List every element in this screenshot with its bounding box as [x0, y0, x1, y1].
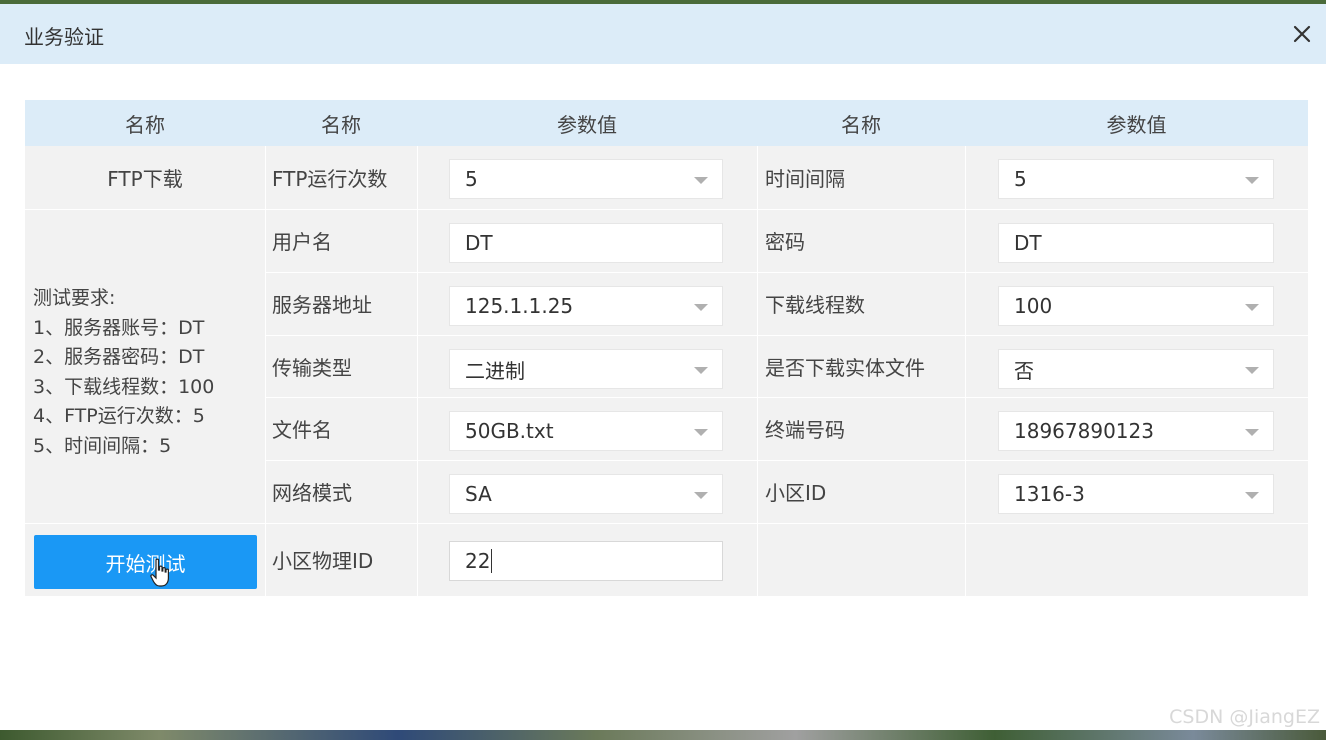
- dropdown-arrow-icon: [694, 177, 708, 184]
- time-interval-select[interactable]: 5: [998, 159, 1274, 199]
- input-value: DT: [1014, 231, 1042, 255]
- select-value: SA: [465, 482, 492, 506]
- label-download-threads: 下载线程数: [765, 293, 865, 317]
- header-value-2: 参数值: [1106, 112, 1167, 137]
- label-cell-id: 小区ID: [765, 481, 827, 505]
- business-verification-dialog: 业务验证 名称 名称 参数值 名称 参数值 FTP下载 测试要求: 1、服务器账…: [0, 4, 1326, 730]
- dropdown-arrow-icon: [694, 492, 708, 499]
- header-name-1: 名称: [125, 112, 165, 137]
- select-value: 50GB.txt: [465, 419, 554, 443]
- select-value: 18967890123: [1014, 419, 1154, 443]
- transfer-type-select[interactable]: 二进制: [449, 349, 723, 389]
- select-value: 1316-3: [1014, 482, 1085, 506]
- download-entity-file-select[interactable]: 否: [998, 349, 1274, 389]
- parameter-table: 名称 名称 参数值 名称 参数值 FTP下载 测试要求: 1、服务器账号：DT …: [25, 100, 1308, 596]
- watermark-text: CSDN @JiangEZ: [1169, 706, 1320, 728]
- cell-id-select[interactable]: 1316-3: [998, 474, 1274, 514]
- dialog-titlebar: 业务验证: [0, 4, 1326, 64]
- requirements-title: 测试要求:: [33, 287, 116, 309]
- header-name-2: 名称: [321, 112, 361, 137]
- label-transfer-type: 传输类型: [272, 355, 352, 380]
- label-file-name: 文件名: [272, 418, 332, 442]
- label-password: 密码: [765, 230, 805, 254]
- dropdown-arrow-icon: [694, 304, 708, 311]
- test-requirements: 测试要求: 1、服务器账号：DT 2、服务器密码：DT 3、下载线程数：100 …: [33, 284, 214, 461]
- background-strip-bottom: [0, 730, 1326, 740]
- requirement-item: 1、服务器账号：DT: [33, 316, 205, 339]
- select-value: 5: [1014, 167, 1027, 191]
- label-time-interval: 时间间隔: [765, 167, 845, 191]
- select-value: 否: [1014, 358, 1034, 383]
- requirement-item: 4、FTP运行次数：5: [33, 405, 205, 427]
- input-value: 22: [465, 549, 491, 573]
- file-name-select[interactable]: 50GB.txt: [449, 411, 723, 451]
- label-download-entity-file: 是否下载实体文件: [765, 355, 925, 380]
- label-cell-physical-id: 小区物理ID: [272, 549, 374, 573]
- download-threads-select[interactable]: 100: [998, 286, 1274, 326]
- cell-physical-id-input[interactable]: 22: [449, 541, 723, 581]
- terminal-number-select[interactable]: 18967890123: [998, 411, 1274, 451]
- close-icon: [1293, 25, 1311, 43]
- section-label-ftp-download: FTP下载: [107, 167, 183, 191]
- username-input[interactable]: DT: [449, 223, 723, 263]
- hand-pointer-icon: [150, 558, 169, 587]
- requirement-item: 2、服务器密码：DT: [33, 346, 205, 368]
- select-value: 100: [1014, 294, 1053, 318]
- ftp-run-count-select[interactable]: 5: [449, 159, 723, 199]
- dropdown-arrow-icon: [694, 367, 708, 374]
- dropdown-arrow-icon: [694, 429, 708, 436]
- header-name-3: 名称: [841, 112, 881, 137]
- dropdown-arrow-icon: [1245, 492, 1259, 499]
- server-address-select[interactable]: 125.1.1.25: [449, 286, 723, 326]
- label-server-address: 服务器地址: [272, 293, 372, 317]
- requirement-item: 3、下载线程数：100: [33, 375, 215, 398]
- network-mode-select[interactable]: SA: [449, 474, 723, 514]
- select-value: 二进制: [465, 358, 525, 383]
- dialog-title: 业务验证: [24, 25, 104, 49]
- divider: [25, 209, 1308, 210]
- start-test-button[interactable]: 开始测试: [34, 535, 257, 589]
- dropdown-arrow-icon: [1245, 429, 1259, 436]
- dropdown-arrow-icon: [1245, 177, 1259, 184]
- select-value: 5: [465, 167, 478, 191]
- input-value: DT: [465, 231, 493, 255]
- label-terminal-number: 终端号码: [765, 418, 845, 442]
- password-input[interactable]: DT: [998, 223, 1274, 263]
- dropdown-arrow-icon: [1245, 304, 1259, 311]
- divider: [965, 146, 966, 596]
- label-ftp-run-count: FTP运行次数: [272, 167, 388, 191]
- requirement-item: 5、时间间隔：5: [33, 434, 172, 457]
- header-value-1: 参数值: [557, 112, 617, 137]
- select-value: 125.1.1.25: [465, 294, 574, 318]
- label-network-mode: 网络模式: [272, 481, 352, 505]
- divider: [25, 523, 1308, 524]
- dropdown-arrow-icon: [1245, 367, 1259, 374]
- label-username: 用户名: [272, 230, 332, 254]
- text-cursor: [491, 549, 493, 573]
- divider: [417, 146, 418, 596]
- close-button[interactable]: [1285, 16, 1319, 52]
